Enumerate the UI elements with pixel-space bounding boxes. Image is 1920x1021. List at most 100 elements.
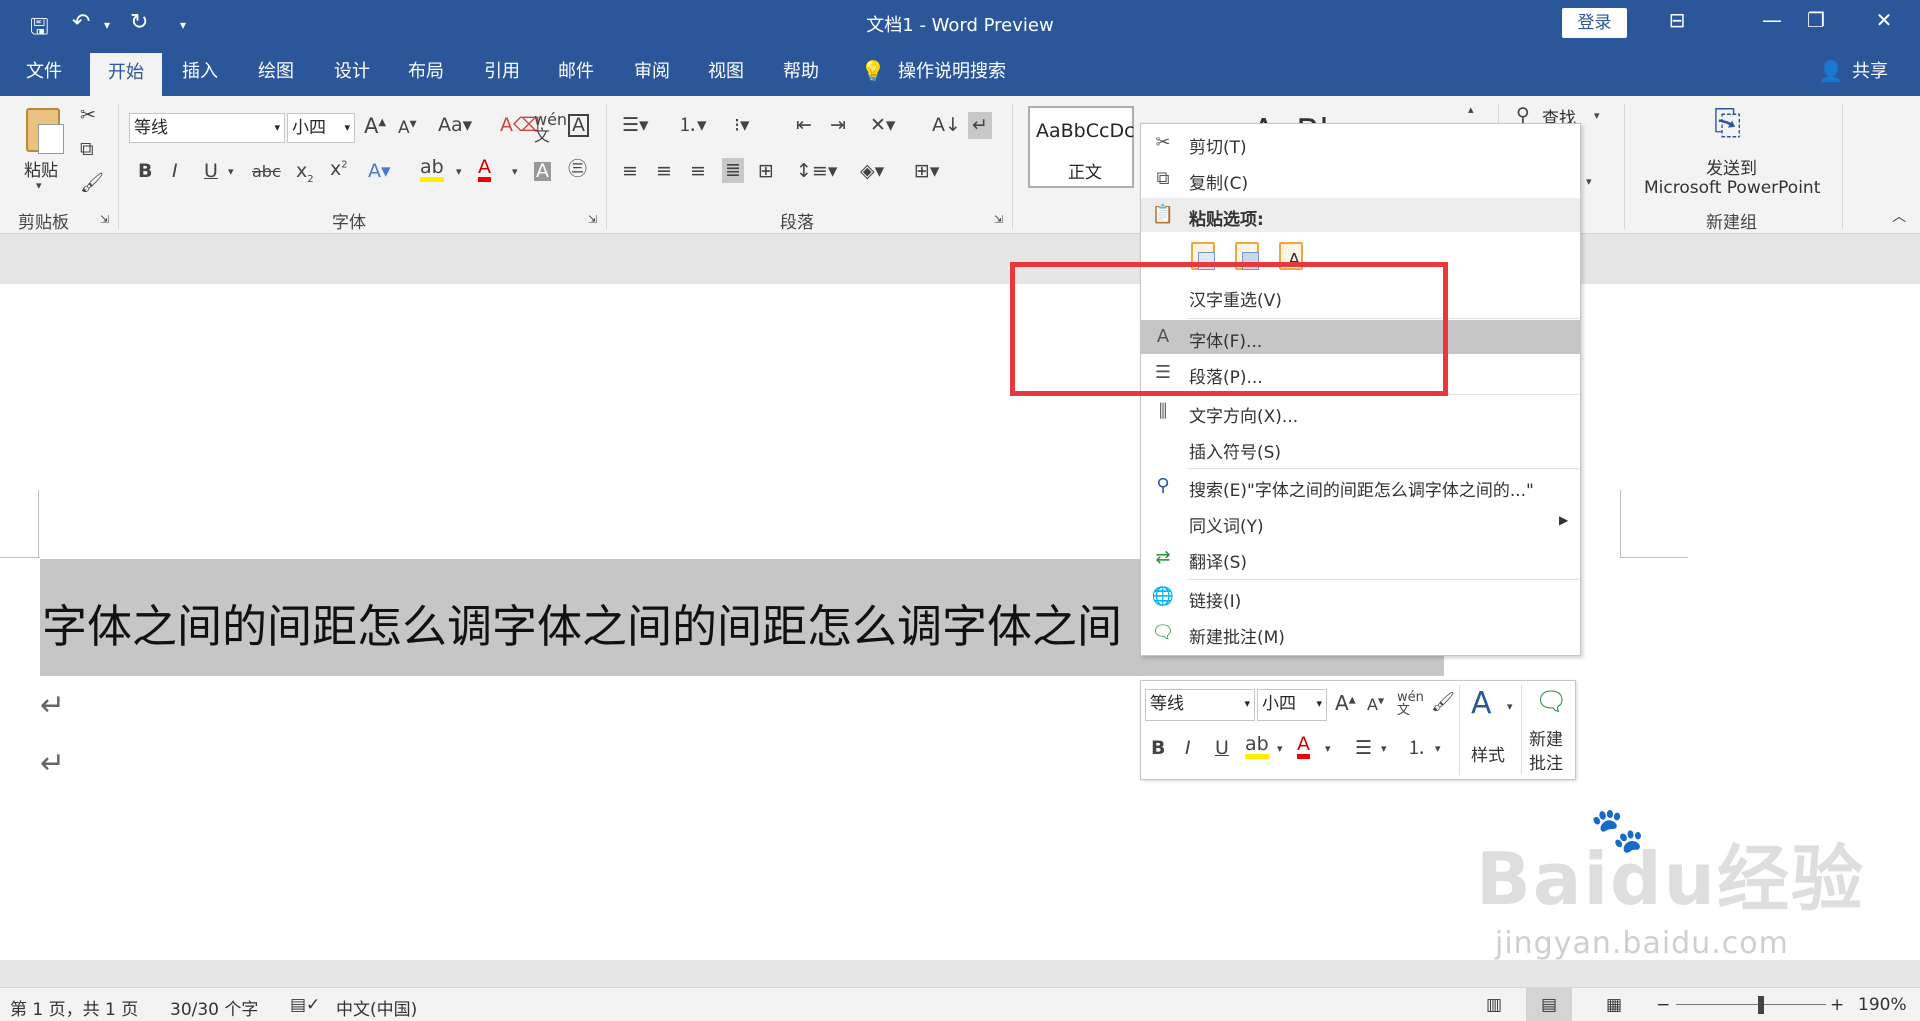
subscript-icon[interactable]: x2 [296,162,314,185]
clipboard-launcher-icon[interactable]: ⇲ [100,214,109,225]
sort-icon[interactable]: A↓ [932,116,961,135]
cut-icon[interactable]: ✂ [80,106,96,125]
menu-item-new-comment[interactable]: 🗨 新建批注(M) [1141,616,1580,650]
zoom-slider-thumb[interactable] [1758,996,1764,1014]
bullets-dropdown-icon[interactable]: ▾ [1381,743,1387,754]
numbering-dropdown-icon[interactable]: ▾ [1435,743,1441,754]
bullets-icon[interactable]: ☰ [1355,739,1372,758]
format-painter-icon[interactable]: 🖌 [1431,693,1455,712]
new-comment-icon[interactable]: 🗨 [1535,689,1568,715]
style-normal[interactable]: AaBbCcDc 正文 [1028,106,1135,188]
restore-icon[interactable]: ❐ [1796,8,1836,32]
styles-label[interactable]: 样式 [1471,741,1505,766]
document-text-line[interactable]: 字体之间的间距怎么调字体之间的间距怎么调字体之间 [42,590,1122,655]
menu-item-text-direction[interactable]: ⫼ 文字方向(X)... [1141,395,1580,429]
tab-insert[interactable]: 插入 [170,47,230,96]
minimize-icon[interactable]: — [1752,8,1792,32]
numbering-icon[interactable]: ⒈▾ [678,116,707,135]
tab-design[interactable]: 设计 [322,47,382,96]
tab-layout[interactable]: 布局 [396,47,456,96]
highlight-dropdown-icon[interactable]: ▾ [456,166,462,177]
strikethrough-icon[interactable]: abc [252,164,281,180]
close-icon[interactable]: ✕ [1864,8,1904,32]
bold-icon[interactable]: B [1151,739,1165,758]
zoom-slider-track[interactable] [1676,1004,1826,1005]
menu-item-translate[interactable]: ⇄ 翻译(S) [1141,541,1580,575]
send-to-label-2[interactable]: Microsoft PowerPoint [1644,178,1820,198]
underline-dropdown-icon[interactable]: ▾ [228,166,234,177]
paste-button[interactable] [22,106,66,160]
change-case-icon[interactable]: Aa▾ [438,116,472,135]
new-comment-label-1[interactable]: 新建 [1529,725,1563,750]
status-language[interactable]: 中文(中国) [336,995,417,1020]
multilevel-list-icon[interactable]: ⁝▾ [734,116,750,135]
tell-me-search[interactable]: 操作说明搜索 [898,47,1028,96]
status-word-count[interactable]: 30/30 个字 [170,995,258,1020]
new-comment-label-2[interactable]: 批注 [1529,749,1563,774]
text-effects-icon[interactable]: A▾ [368,162,391,181]
paste-dropdown-icon[interactable]: ▾ [36,180,42,191]
share-person-icon[interactable]: 👤 [1818,47,1844,96]
justify-icon[interactable]: ≣ [722,158,744,183]
find-dropdown-icon[interactable]: ▾ [1594,110,1600,121]
tab-draw[interactable]: 绘图 [246,47,306,96]
menu-item-copy[interactable]: ⧉ 复制(C) [1141,162,1580,196]
highlight-dropdown-icon[interactable]: ▾ [1277,743,1283,754]
collapse-ribbon-icon[interactable]: ︿ [1892,210,1906,224]
font-color-icon[interactable]: A [478,158,491,182]
paragraph-launcher-icon[interactable]: ⇲ [994,214,1003,225]
align-center-icon[interactable]: ≡ [656,162,672,181]
zoom-in-icon[interactable]: + [1830,995,1844,1015]
align-right-icon[interactable]: ≡ [690,162,706,181]
send-to-powerpoint-icon[interactable]: ⎘ [1714,106,1741,140]
styles-icon[interactable]: A [1471,689,1492,719]
highlight-color-icon[interactable]: ab [1245,735,1269,759]
zoom-out-icon[interactable]: − [1656,995,1670,1015]
font-color-dropdown-icon[interactable]: ▾ [1325,743,1331,754]
enclose-characters-icon[interactable]: ㊂ [568,160,587,179]
borders-icon[interactable]: ⊞▾ [914,162,939,181]
styles-scroll-up-icon[interactable]: ▴ [1468,104,1474,115]
menu-item-cut[interactable]: ✂ 剪切(T) [1141,126,1580,160]
italic-icon[interactable]: I [172,162,178,181]
menu-item-link[interactable]: 🌐 链接(I) [1141,580,1580,614]
phonetic-guide-icon[interactable]: wén 文 [1397,691,1424,717]
chinese-layout-icon[interactable]: ✕▾ [870,116,895,135]
align-left-icon[interactable]: ≡ [622,162,638,181]
grow-font-icon[interactable]: A▲ [364,116,386,137]
font-name-combo[interactable]: 等线 ▾ [129,113,285,143]
read-mode-icon[interactable]: ▥ [1486,995,1502,1015]
phonetic-guide-icon[interactable]: wén 文 [534,112,567,144]
tab-file[interactable]: 文件 [14,47,74,96]
font-color-dropdown-icon[interactable]: ▾ [512,166,518,177]
tab-references[interactable]: 引用 [472,47,532,96]
underline-icon[interactable]: U [204,162,218,181]
shrink-font-icon[interactable]: A▼ [398,120,417,137]
print-layout-icon[interactable]: ▤ [1526,988,1572,1021]
shading-icon[interactable]: ◈▾ [860,162,884,181]
tab-help[interactable]: 帮助 [771,47,831,96]
tab-view[interactable]: 视图 [696,47,756,96]
italic-icon[interactable]: I [1185,739,1191,758]
paste-label[interactable]: 粘贴 [24,156,58,181]
web-layout-icon[interactable]: ▦ [1606,995,1622,1015]
format-painter-icon[interactable]: 🖌 [80,174,104,193]
status-zoom-level[interactable]: 190% [1858,995,1907,1015]
character-border-icon[interactable]: A [568,114,589,137]
share-button[interactable]: 共享 [1846,47,1894,96]
highlight-color-icon[interactable]: ab [420,158,444,182]
numbering-icon[interactable]: ⒈ [1407,739,1426,758]
mini-font-name-combo[interactable]: 等线 ▾ [1145,689,1255,721]
copy-icon[interactable]: ⧉ [80,140,94,159]
underline-icon[interactable]: U [1215,739,1229,758]
tab-home[interactable]: 开始 [90,53,162,96]
font-launcher-icon[interactable]: ⇲ [588,214,597,225]
send-to-label-1[interactable]: 发送到 [1706,154,1757,179]
font-size-combo[interactable]: 小四 ▾ [287,113,355,143]
bold-icon[interactable]: B [138,162,152,181]
menu-item-synonyms[interactable]: 同义词(Y) ▶ [1141,505,1580,539]
mini-font-size-combo[interactable]: 小四 ▾ [1257,689,1327,721]
character-shading-icon[interactable]: A [534,162,551,181]
tab-mailings[interactable]: 邮件 [546,47,606,96]
distributed-icon[interactable]: ⊞ [758,162,774,181]
